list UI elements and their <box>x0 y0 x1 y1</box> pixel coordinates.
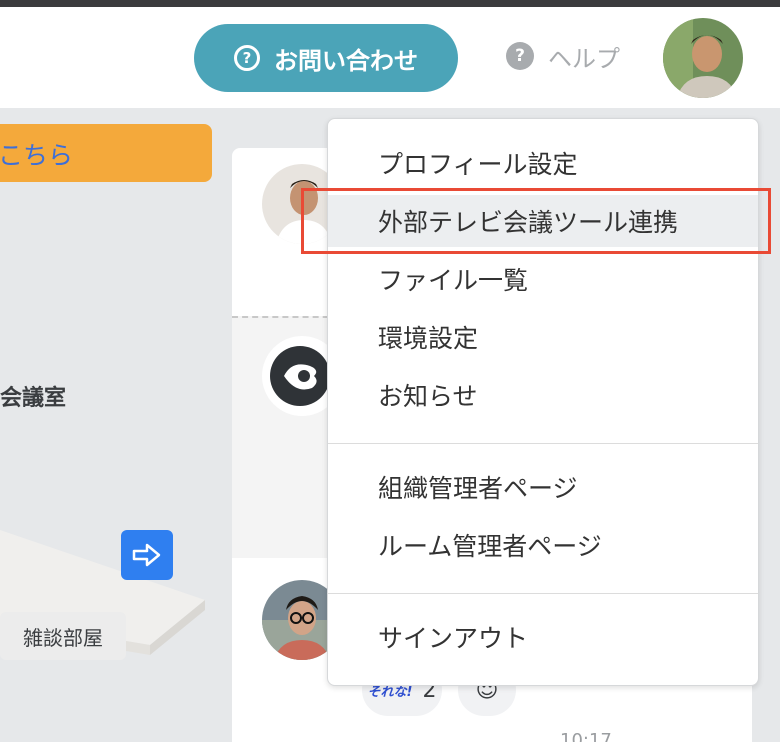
annotation-highlight-box <box>301 188 771 254</box>
menu-divider <box>328 443 758 444</box>
menu-item-label: 組織管理者ページ <box>378 474 578 503</box>
menu-item-profile-settings[interactable]: プロフィール設定 <box>328 137 758 189</box>
help-link[interactable]: ? ヘルプ <box>506 36 620 76</box>
menu-item-notifications[interactable]: お知らせ <box>328 369 758 421</box>
meeting-room-heading: 会議室 <box>0 386 67 411</box>
menu-item-label: プロフィール設定 <box>378 150 578 179</box>
user-avatar[interactable] <box>663 18 743 98</box>
window-top-strip <box>0 0 780 7</box>
menu-item-sign-out[interactable]: サインアウト <box>328 611 758 663</box>
question-circle-icon: ? <box>234 45 260 71</box>
menu-divider <box>328 593 758 594</box>
help-icon: ? <box>506 42 534 70</box>
menu-item-label: ルーム管理者ページ <box>378 532 602 561</box>
menu-item-preferences[interactable]: 環境設定 <box>328 311 758 363</box>
banner-link-text[interactable]: こちら <box>0 136 73 172</box>
menu-item-label: ファイル一覧 <box>378 266 529 295</box>
menu-item-org-admin[interactable]: 組織管理者ページ <box>328 461 758 513</box>
contact-button[interactable]: ? お問い合わせ <box>194 24 458 92</box>
announcement-banner[interactable]: こちら <box>0 124 212 182</box>
contact-button-label: お問い合わせ <box>274 46 418 75</box>
room-name-label[interactable]: 雑談部屋 <box>0 612 126 660</box>
menu-item-label: お知らせ <box>378 382 478 411</box>
post-timestamp: 10:17 <box>560 730 612 742</box>
help-label: ヘルプ <box>548 44 620 73</box>
menu-item-label: サインアウト <box>378 624 529 653</box>
menu-item-label: 環境設定 <box>378 324 479 353</box>
enter-room-button[interactable] <box>121 530 173 580</box>
menu-item-room-admin[interactable]: ルーム管理者ページ <box>328 519 758 571</box>
menu-item-file-list[interactable]: ファイル一覧 <box>328 253 758 305</box>
arrow-right-icon <box>132 543 161 567</box>
